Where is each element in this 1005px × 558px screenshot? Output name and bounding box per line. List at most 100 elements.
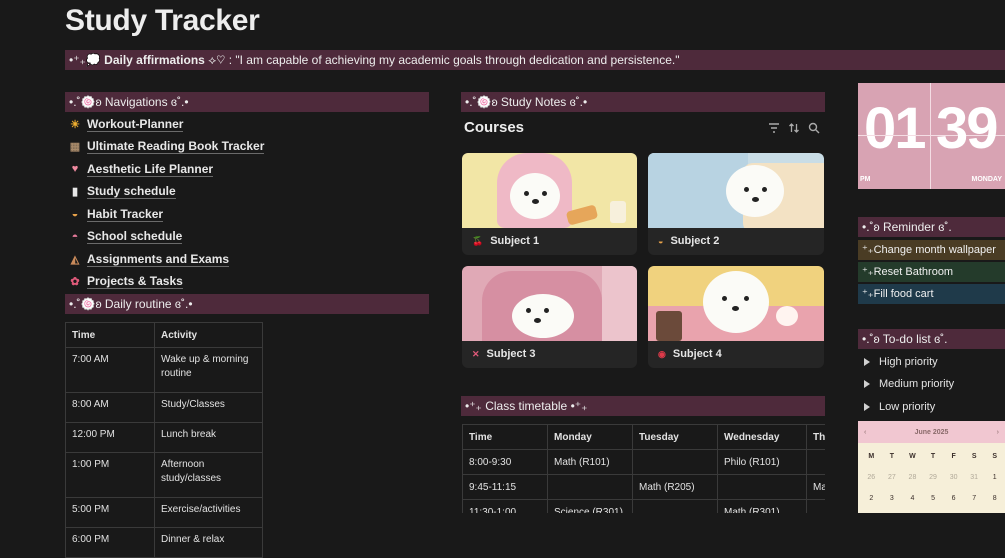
prev-month-icon[interactable]: ‹ xyxy=(864,429,866,436)
clock-hours: 01 xyxy=(864,96,926,161)
table-cell: 8:00-9:30 xyxy=(462,449,548,475)
course-cover-image xyxy=(462,153,637,228)
toggle-triangle-icon xyxy=(864,380,870,388)
calendar-widget: ‹ June 2025 › M T W T F S S 26 27 28 29 30 31 1 2 3 4 5 6… xyxy=(858,421,1005,513)
table-cell xyxy=(632,449,718,475)
calendar-day[interactable]: 30 xyxy=(943,467,964,488)
column-header-tuesday: Tuesday xyxy=(632,424,718,450)
reminder-item[interactable]: ⁺₊Fill food cart xyxy=(858,284,1005,304)
calendar-day[interactable]: 29 xyxy=(923,467,944,488)
nav-link-label: Aesthetic Life Planner xyxy=(87,161,214,177)
todo-toggle-low[interactable]: Low priority xyxy=(864,398,935,416)
daily-routine-header: •.˚🍥ʚ Daily routine ɞ˚.• xyxy=(65,294,429,314)
nav-link-label: Projects & Tasks xyxy=(87,274,183,289)
clock-day: MONDAY xyxy=(971,176,1002,183)
calendar-day[interactable]: 31 xyxy=(964,467,985,488)
table-cell: Wake up & morning routine xyxy=(154,347,263,393)
nav-link[interactable]: ♥ Aesthetic Life Planner xyxy=(68,159,214,179)
book-stack-icon: ▦ xyxy=(69,141,81,153)
table-cell: 8:00 AM xyxy=(65,392,155,423)
calendar-day[interactable]: 8 xyxy=(984,488,1005,509)
todo-label: High priority xyxy=(879,356,938,368)
calendar-weekday: F xyxy=(951,453,956,460)
table-cell: Science (R301) xyxy=(547,499,633,513)
flip-clock-widget: 01 PM 39 MONDAY xyxy=(858,83,1005,189)
search-icon[interactable] xyxy=(806,120,822,136)
table-cell: Math (R301) xyxy=(717,499,807,513)
calendar-day[interactable]: 3 xyxy=(882,488,903,509)
nav-link[interactable]: ◒ Habit Tracker xyxy=(68,204,164,224)
calendar-weekday: S xyxy=(992,453,998,460)
cake-slice-icon: ◭ xyxy=(70,253,80,266)
calendar-weekday: T xyxy=(889,453,894,460)
course-card-subject-1[interactable]: 🍒 Subject 1 xyxy=(462,153,637,255)
courses-toolbar xyxy=(766,120,822,136)
nav-link[interactable]: ▮ Study schedule xyxy=(68,182,176,202)
table-cell: Afternoon study/classes xyxy=(154,452,263,498)
calendar-month: June 2025 xyxy=(914,428,949,436)
nav-link[interactable]: ◭ Assignments and Exams xyxy=(68,249,230,269)
course-card-subject-3[interactable]: ✕ Subject 3 xyxy=(462,266,637,368)
table-cell: Study/Classes xyxy=(154,392,263,423)
ribbon-icon: ✕ xyxy=(472,348,480,359)
nav-link[interactable]: ▦ Ultimate Reading Book Tracker xyxy=(68,137,265,157)
nav-link[interactable]: ◓ School schedule xyxy=(68,227,183,247)
study-notes-header: •.˚🍥ʚ Study Notes ɞ˚.• xyxy=(461,92,825,112)
table-row: 12:00 PM Lunch break xyxy=(65,422,263,453)
course-cover-image xyxy=(462,266,637,341)
affirmation-label: Daily affirmations xyxy=(104,53,205,67)
course-label: ◒ Subject 2 xyxy=(648,228,824,254)
calendar-day[interactable]: 6 xyxy=(943,488,964,509)
affirmation-text: ⟡♡ : "I am capable of achieving my acade… xyxy=(204,53,680,67)
class-timetable-table: Time Monday Tuesday Wednesday Thu 8:00-9… xyxy=(462,424,825,513)
reminder-item[interactable]: ⁺₊Reset Bathroom xyxy=(858,262,1005,282)
nav-link[interactable]: ✿ Projects & Tasks xyxy=(68,272,183,292)
class-timetable-header: •⁺₊ Class timetable •⁺₊ xyxy=(461,396,825,416)
nav-link-label: Assignments and Exams xyxy=(87,251,230,267)
course-card-subject-2[interactable]: ◒ Subject 2 xyxy=(648,153,824,255)
table-cell xyxy=(632,499,718,513)
table-cell: Lunch break xyxy=(154,422,263,453)
reminder-header: •.˚ʚ Reminder ɞ˚. xyxy=(858,217,1005,237)
course-card-subject-4[interactable]: ◉ Subject 4 xyxy=(648,266,824,368)
table-cell xyxy=(806,449,825,475)
table-row: 11:30-1:00 Science (R301) Math (R301) xyxy=(462,499,825,513)
calendar-day[interactable]: 5 xyxy=(923,488,944,509)
calendar-day[interactable]: 27 xyxy=(882,467,903,488)
course-label-text: Subject 4 xyxy=(672,348,722,360)
todo-toggle-high[interactable]: High priority xyxy=(864,353,938,371)
table-cell xyxy=(547,474,633,500)
navigations-header: •.˚🍥ʚ Navigations ɞ˚.• xyxy=(65,92,429,112)
table-row: 7:00 AM Wake up & morning routine xyxy=(65,347,263,393)
course-label-text: Subject 2 xyxy=(670,235,720,247)
affirmation-banner: •⁺₊💭 Daily affirmations ⟡♡ : "I am capab… xyxy=(65,50,1005,70)
course-label-text: Subject 1 xyxy=(490,235,540,247)
table-cell: 1:00 PM xyxy=(65,452,155,498)
filter-icon[interactable] xyxy=(766,120,782,136)
table-row: 8:00-9:30 Math (R101) Philo (R101) xyxy=(462,449,825,475)
table-row: 6:00 PM Dinner & relax xyxy=(65,527,263,558)
calendar-day[interactable]: 2 xyxy=(861,488,882,509)
reminder-item[interactable]: ⁺₊Change month wallpaper xyxy=(858,240,1005,260)
calendar-day[interactable]: 28 xyxy=(902,467,923,488)
clock-period: PM xyxy=(860,176,871,183)
calendar-weekday: W xyxy=(909,453,916,460)
next-month-icon[interactable]: › xyxy=(997,429,999,436)
table-cell: 9:45-11:15 xyxy=(462,474,548,500)
table-cell: Math (R101) xyxy=(547,449,633,475)
column-header-time: Time xyxy=(462,424,548,450)
nav-link-label: Ultimate Reading Book Tracker xyxy=(87,139,265,154)
column-header-activity: Activity xyxy=(154,322,263,348)
calendar-header: ‹ June 2025 › xyxy=(858,421,1005,443)
sort-icon[interactable] xyxy=(786,120,802,136)
bowl-icon: ◒ xyxy=(658,236,664,246)
calendar-day[interactable]: 26 xyxy=(861,467,882,488)
nav-link[interactable]: ☀ Workout-Planner xyxy=(68,114,184,134)
cup-icon: ▮ xyxy=(71,186,79,198)
todo-label: Low priority xyxy=(879,401,936,413)
calendar-day[interactable]: 7 xyxy=(964,488,985,509)
class-timetable-viewport: Time Monday Tuesday Wednesday Thu 8:00-9… xyxy=(462,424,825,513)
todo-toggle-medium[interactable]: Medium priority xyxy=(864,375,954,393)
calendar-day[interactable]: 1 xyxy=(984,467,1005,488)
calendar-day[interactable]: 4 xyxy=(902,488,923,509)
